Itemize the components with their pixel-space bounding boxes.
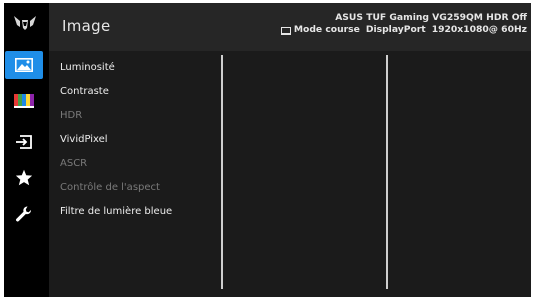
input-select-icon <box>16 135 32 149</box>
monitor-icon <box>280 27 291 35</box>
wrench-icon <box>16 206 32 222</box>
menu-item-filtre-lumiere-bleue[interactable]: Filtre de lumière bleue <box>60 206 172 217</box>
page-title: Image <box>62 17 111 35</box>
monitor-model: ASUS TUF Gaming VG259QM HDR Off <box>335 12 527 23</box>
star-icon <box>15 169 33 185</box>
sidebar-item-color[interactable] <box>9 90 39 112</box>
image-icon <box>15 58 33 72</box>
status-info: ASUS TUF Gaming VG259QM HDR Off Mode cou… <box>280 12 527 36</box>
column-divider-2 <box>386 55 388 289</box>
column-divider-1 <box>221 55 223 289</box>
menu-item-hdr[interactable]: HDR <box>60 110 82 121</box>
menu-item-controle-aspect[interactable]: Contrôle de l'aspect <box>60 182 160 193</box>
sidebar-item-system[interactable] <box>9 203 39 225</box>
sidebar-item-input[interactable] <box>9 131 39 153</box>
sidebar-item-image[interactable] <box>5 51 43 79</box>
resolution-label: 1920x1080@ 60Hz <box>431 24 527 35</box>
mode-label: Mode course <box>293 24 360 35</box>
header-bar: Image ASUS TUF Gaming VG259QM HDR Off Mo… <box>49 3 531 51</box>
menu-item-ascr[interactable]: ASCR <box>60 158 87 169</box>
sidebar-item-favorites[interactable] <box>9 166 39 188</box>
menu-item-luminosite[interactable]: Luminosité <box>60 62 115 73</box>
main-panel: Image ASUS TUF Gaming VG259QM HDR Off Mo… <box>49 3 531 297</box>
menu-item-contraste[interactable]: Contraste <box>60 86 109 97</box>
sidebar <box>4 3 46 297</box>
tuf-logo-icon <box>14 16 36 30</box>
osd-frame: Image ASUS TUF Gaming VG259QM HDR Off Mo… <box>4 3 531 297</box>
color-bars-icon <box>14 94 34 108</box>
menu-item-vividpixel[interactable]: VividPixel <box>60 134 108 145</box>
input-label: DisplayPort <box>365 24 426 35</box>
